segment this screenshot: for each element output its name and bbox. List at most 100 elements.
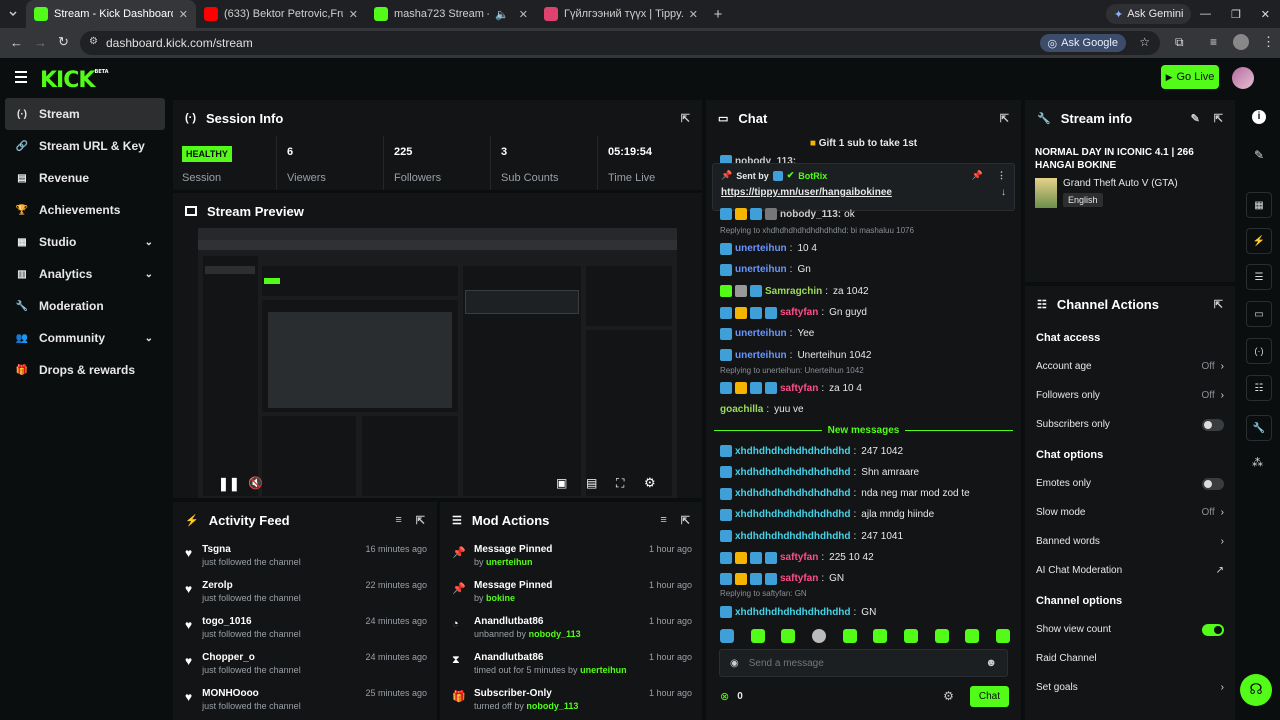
banned-words-row[interactable]: Banned words › bbox=[1025, 527, 1235, 556]
moderator-name[interactable]: unerteihun bbox=[580, 665, 627, 675]
reading-list-icon[interactable]: ≡ bbox=[1210, 35, 1217, 49]
list-item[interactable]: ♥ Zerolp just followed the channel 22 minut… bbox=[173, 574, 437, 610]
reply-context[interactable]: Replying to xhdhdhdhdhdhdhdhdhd: bi mash… bbox=[706, 226, 1021, 238]
speaker-icon[interactable]: 🔈 bbox=[495, 8, 509, 21]
emote-icon[interactable] bbox=[903, 629, 918, 643]
moderator-name[interactable]: nobody_113 bbox=[526, 701, 578, 711]
filter-icon[interactable]: ≡ bbox=[395, 514, 401, 526]
sidebar-item-analytics[interactable]: ▥ Analytics ⌄ bbox=[5, 258, 165, 290]
moderator-name[interactable]: nobody_113 bbox=[529, 629, 581, 639]
close-icon[interactable]: ✕ bbox=[689, 8, 698, 21]
close-icon[interactable]: ✕ bbox=[519, 8, 528, 21]
list-item[interactable]: ♥ Chopper_o just followed the channel 24 mi… bbox=[173, 646, 437, 682]
chat-username[interactable]: unerteihun bbox=[735, 328, 787, 339]
sidebar-item-community[interactable]: 👥 Community ⌄ bbox=[5, 322, 165, 354]
follower-name[interactable]: Tsgna bbox=[202, 544, 355, 555]
close-icon[interactable]: ✕ bbox=[179, 8, 188, 21]
chat-username[interactable]: xhdhdhdhdhdhdhdhdhd bbox=[735, 607, 851, 618]
popout-icon[interactable]: ⇱ bbox=[681, 514, 690, 527]
chat-username[interactable]: xhdhdhdhdhdhdhdhdhd bbox=[735, 531, 851, 542]
emote-icon[interactable] bbox=[995, 629, 1010, 643]
restore-icon[interactable]: ❐ bbox=[1231, 8, 1241, 21]
emote-icon[interactable] bbox=[842, 629, 857, 643]
extensions-icon[interactable]: ⧉ bbox=[1175, 35, 1184, 50]
avatar[interactable] bbox=[1232, 67, 1254, 89]
moderator-name[interactable]: bokine bbox=[486, 593, 515, 603]
settings-gear-icon[interactable]: ⚙ bbox=[644, 475, 656, 491]
kick-logo[interactable]: KICKBETA bbox=[40, 68, 109, 93]
chat-input-box[interactable]: ◉ ☻ bbox=[719, 649, 1008, 677]
browser-tab[interactable]: masha723 Stream - Watch 🔈 ✕ bbox=[366, 0, 536, 28]
pinned-link[interactable]: https://tippy.mn/user/hangaibokinee bbox=[721, 187, 892, 198]
chat-username[interactable]: xhdhdhdhdhdhdhdhdhd bbox=[735, 509, 851, 520]
set-goals-row[interactable]: Set goals › bbox=[1025, 673, 1235, 702]
sidebar-item-drops-rewards[interactable]: 🎁 Drops & rewards bbox=[5, 354, 165, 386]
rail-stream-info-icon[interactable]: 🔧 bbox=[1246, 415, 1272, 441]
emote-icon[interactable] bbox=[965, 629, 980, 643]
follower-name[interactable]: MONHOooo bbox=[202, 688, 355, 699]
new-tab-button[interactable]: + bbox=[706, 6, 730, 23]
support-chat-icon[interactable]: ☊ bbox=[1240, 674, 1272, 706]
edit-pencil-icon[interactable]: ✎ bbox=[1191, 112, 1200, 125]
list-item[interactable]: ♥ MONHOooo just followed the channel 25 min… bbox=[173, 682, 437, 718]
ask-gemini-button[interactable]: ✦ Ask Gemini bbox=[1106, 4, 1192, 24]
reload-icon[interactable]: ↻ bbox=[58, 34, 69, 50]
show-view-count-toggle[interactable] bbox=[1202, 623, 1224, 636]
subscribers-only-toggle[interactable] bbox=[1202, 418, 1224, 431]
emotes-only-toggle[interactable] bbox=[1202, 477, 1224, 490]
rail-broadcast-icon[interactable]: (·) bbox=[1246, 338, 1272, 364]
rail-extra-icon[interactable]: ⁂ bbox=[1252, 456, 1263, 469]
account-age-row[interactable]: Account age Off › bbox=[1025, 352, 1235, 381]
expand-down-icon[interactable]: ↓ bbox=[1001, 187, 1006, 198]
fullscreen-icon[interactable]: ⛶ bbox=[616, 476, 624, 491]
rail-channel-actions-icon[interactable]: ☷ bbox=[1246, 375, 1272, 401]
list-item[interactable]: 📌 Message Pinned by unerteihun 1 hour ago bbox=[440, 538, 702, 574]
emote-icon[interactable] bbox=[720, 629, 734, 643]
rail-mod-actions-icon[interactable]: ☰ bbox=[1246, 264, 1272, 290]
follower-name[interactable]: togo_1016 bbox=[202, 616, 355, 627]
sidebar-item-achievements[interactable]: 🏆 Achievements bbox=[5, 194, 165, 226]
browser-tab[interactable]: (633) Bektor Petrovic,Fruitybaeb ✕ bbox=[196, 0, 366, 28]
emote-icon[interactable] bbox=[811, 629, 826, 643]
followers-only-row[interactable]: Followers only Off › bbox=[1025, 381, 1235, 410]
menu-dots-icon[interactable]: ⋮ bbox=[997, 170, 1006, 181]
raid-channel-row[interactable]: Raid Channel bbox=[1025, 644, 1235, 673]
popout-icon[interactable]: ⇱ bbox=[1214, 298, 1223, 311]
chat-username[interactable]: saftyfan bbox=[780, 552, 818, 563]
edit-layout-icon[interactable]: ✎ bbox=[1254, 148, 1264, 162]
rail-session-icon[interactable]: ▦ bbox=[1246, 192, 1272, 218]
list-item[interactable]: ♥ togo_1016 just followed the channel 24 mi… bbox=[173, 610, 437, 646]
unpin-icon[interactable]: 📌 bbox=[972, 170, 983, 181]
hamburger-menu-icon[interactable] bbox=[15, 71, 27, 83]
chat-username[interactable]: saftyfan bbox=[780, 307, 818, 318]
chat-username[interactable]: goachilla bbox=[720, 404, 763, 415]
pinned-message[interactable]: 📌 Sent by ✔ BotRix 📌 ⋮ https://tippy.mn/… bbox=[712, 163, 1015, 211]
chat-username[interactable]: unerteihun bbox=[735, 264, 787, 275]
sidebar-item-revenue[interactable]: ▤ Revenue bbox=[5, 162, 165, 194]
camera-icon[interactable]: ▤ bbox=[586, 476, 597, 490]
points-icon[interactable]: ⊗ bbox=[720, 690, 729, 703]
close-icon[interactable]: ✕ bbox=[349, 8, 358, 21]
emoji-icon[interactable]: ☻ bbox=[985, 657, 997, 669]
follower-name[interactable]: Chopper_o bbox=[202, 652, 355, 663]
emote-icon[interactable] bbox=[934, 629, 949, 643]
browser-tab-active[interactable]: Stream - Kick Dashboard ✕ bbox=[26, 0, 196, 28]
sidebar-item-moderation[interactable]: 🔧 Moderation bbox=[5, 290, 165, 322]
send-chat-button[interactable]: Chat bbox=[969, 685, 1009, 707]
video-player[interactable]: ❚❚ 🔇 ▣ ▤ ⛶ ⚙ bbox=[198, 228, 677, 498]
sidebar-item-stream[interactable]: (·) Stream bbox=[5, 98, 165, 130]
chat-username[interactable]: saftyfan bbox=[780, 573, 818, 584]
ask-google-button[interactable]: ◎ Ask Google bbox=[1039, 34, 1126, 52]
list-item[interactable]: ♥ Tsgna just followed the channel 16 minute… bbox=[173, 538, 437, 574]
url-field[interactable]: ⚙ dashboard.kick.com/stream ◎ Ask Google… bbox=[80, 31, 1160, 55]
popout-icon[interactable]: ⇱ bbox=[416, 514, 425, 527]
reply-context[interactable]: Replying to unerteihun: Unerteihun 1042 bbox=[706, 366, 1021, 378]
emote-icon[interactable] bbox=[781, 629, 796, 643]
chat-username[interactable]: xhdhdhdhdhdhdhdhdhd bbox=[735, 467, 851, 478]
sidebar-item-studio[interactable]: ▦ Studio ⌄ bbox=[5, 226, 165, 258]
pinned-user[interactable]: BotRix bbox=[798, 171, 827, 181]
list-item[interactable]: ⧗ Anandlutbat86 timed out for 5 minutes by… bbox=[440, 646, 702, 682]
gift-banner[interactable]: ■ Gift 1 sub to take 1st bbox=[706, 138, 1021, 149]
emote-picker-icon[interactable]: ◉ bbox=[730, 658, 739, 669]
back-icon[interactable]: ← bbox=[10, 35, 23, 50]
